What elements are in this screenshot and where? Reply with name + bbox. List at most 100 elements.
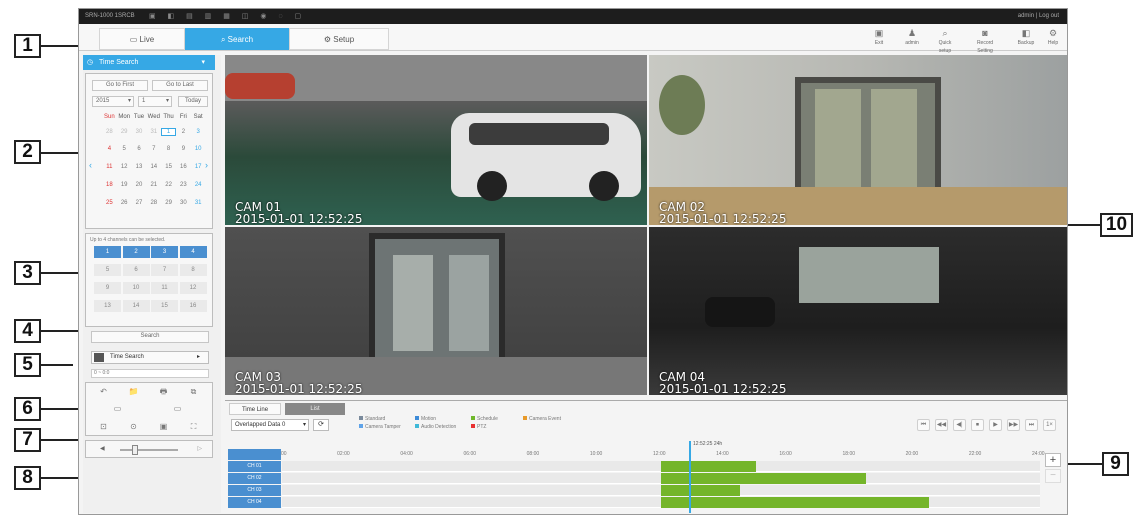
tab-live[interactable]: ▭ Live bbox=[99, 28, 185, 50]
year-select[interactable]: 2015 ▾ bbox=[92, 96, 134, 107]
calendar-day[interactable]: 14 bbox=[146, 164, 161, 170]
calendar-day[interactable]: 23 bbox=[176, 182, 191, 188]
calendar-day[interactable]: 25 bbox=[102, 200, 117, 206]
calendar-day[interactable]: 24 bbox=[191, 182, 206, 188]
record-segment[interactable] bbox=[661, 473, 867, 484]
track-label[interactable]: CH 02 bbox=[228, 473, 281, 484]
calendar-day[interactable]: 20 bbox=[132, 182, 147, 188]
calendar-day[interactable]: 29 bbox=[161, 200, 176, 206]
today-button[interactable]: Today bbox=[178, 96, 208, 107]
folder-button[interactable]: 📁 bbox=[120, 386, 147, 398]
toolbar-exit-button[interactable]: ▣ Exit bbox=[868, 28, 890, 48]
prev-month-icon[interactable]: ‹ bbox=[89, 160, 92, 170]
calendar-day[interactable]: 28 bbox=[146, 200, 161, 206]
volume-slider[interactable] bbox=[120, 445, 178, 455]
calendar-day[interactable]: 29 bbox=[117, 129, 132, 135]
calendar-day[interactable]: 9 bbox=[176, 146, 191, 152]
camera-tile-3[interactable]: CAM 03 2015-01-01 12:52:25 bbox=[225, 227, 647, 395]
channel-2-button[interactable]: 2 bbox=[122, 246, 151, 259]
speaker-icon[interactable]: ◀ bbox=[100, 445, 105, 452]
calendar-day[interactable]: 2 bbox=[176, 129, 191, 135]
monitor-button[interactable]: ▣ bbox=[150, 421, 177, 433]
calendar-day[interactable]: 22 bbox=[161, 182, 176, 188]
channel-3-button[interactable]: 3 bbox=[151, 246, 179, 259]
calendar-day[interactable]: 31 bbox=[146, 129, 161, 135]
month-select[interactable]: 1 ▾ bbox=[138, 96, 172, 107]
layout-icons[interactable]: ▣ ◧ ▤ ▥ ▦ ◫ ◉ ◌ ▢ bbox=[149, 12, 306, 20]
channel-12-button[interactable]: 12 bbox=[179, 282, 208, 295]
search-button[interactable]: Search bbox=[91, 331, 209, 343]
camera-tile-1[interactable]: CAM 01 2015-01-01 12:52:25 bbox=[225, 55, 647, 225]
calendar-day[interactable]: 8 bbox=[161, 146, 176, 152]
channel-15-button[interactable]: 15 bbox=[151, 300, 179, 313]
step-back-button[interactable]: ◀| bbox=[953, 419, 966, 431]
channel-5-button[interactable]: 5 bbox=[94, 264, 122, 277]
calendar-day[interactable]: 4 bbox=[102, 146, 117, 152]
track[interactable] bbox=[282, 485, 1040, 496]
return-button[interactable]: ↶ bbox=[90, 386, 117, 398]
go-first-button[interactable]: Go to First bbox=[92, 80, 148, 91]
overlapped-data-select[interactable]: Overlapped Data 0 ▾ bbox=[231, 419, 309, 431]
track-label[interactable]: CH 04 bbox=[228, 497, 281, 508]
channel-7-button[interactable]: 7 bbox=[151, 264, 179, 277]
stop-button[interactable]: ⏹ bbox=[971, 419, 984, 431]
volume-thumb[interactable] bbox=[131, 445, 138, 455]
toolbar-admin-button[interactable]: ♟ admin bbox=[901, 28, 923, 48]
channel-1-button[interactable]: 1 bbox=[94, 246, 122, 259]
zoom-out-button[interactable]: − bbox=[1045, 469, 1061, 483]
calendar-day[interactable]: 15 bbox=[161, 164, 176, 170]
track[interactable] bbox=[282, 497, 1040, 508]
calendar-day[interactable]: 6 bbox=[132, 146, 147, 152]
calendar-day[interactable]: 5 bbox=[117, 146, 132, 152]
track[interactable] bbox=[282, 473, 1040, 484]
split-1-button[interactable]: ▭ bbox=[104, 403, 131, 415]
speed-button[interactable]: 1× bbox=[1043, 419, 1056, 431]
fast-forward-button[interactable]: ▶▶ bbox=[1007, 419, 1020, 431]
track-label[interactable]: CH 03 bbox=[228, 485, 281, 496]
channel-10-button[interactable]: 10 bbox=[122, 282, 151, 295]
print-button[interactable]: 🖶 bbox=[150, 386, 177, 398]
tab-list[interactable]: List bbox=[285, 403, 345, 415]
next-month-icon[interactable]: › bbox=[205, 160, 208, 170]
calendar-day[interactable]: 3 bbox=[191, 129, 206, 135]
camera-tile-4[interactable]: CAM 04 2015-01-01 12:52:25 bbox=[649, 227, 1067, 395]
channel-9-button[interactable]: 9 bbox=[94, 282, 122, 295]
track[interactable] bbox=[282, 461, 1040, 472]
tab-search[interactable]: ⌕ Search bbox=[185, 28, 289, 50]
time-cursor[interactable] bbox=[688, 441, 691, 513]
skip-end-button[interactable]: ⏭ bbox=[1025, 419, 1038, 431]
zoom-button[interactable]: ⊡ bbox=[90, 421, 117, 433]
toolbar-quick-setup-button[interactable]: ⌕ Quick setup bbox=[934, 28, 956, 54]
calendar-day[interactable]: 16 bbox=[176, 164, 191, 170]
calendar-day[interactable]: 19 bbox=[117, 182, 132, 188]
track-label[interactable]: CH 01 bbox=[228, 461, 281, 472]
rewind-button[interactable]: ◀◀ bbox=[935, 419, 948, 431]
zoom-in-button[interactable]: + bbox=[1045, 453, 1061, 467]
toolbar-help-button[interactable]: ⚙ Help bbox=[1042, 28, 1064, 48]
calendar-day[interactable]: 30 bbox=[176, 200, 191, 206]
split-4-button[interactable]: ▭ bbox=[164, 403, 191, 415]
channel-11-button[interactable]: 11 bbox=[151, 282, 179, 295]
channel-14-button[interactable]: 14 bbox=[122, 300, 151, 313]
calendar-day[interactable]: 10 bbox=[191, 146, 206, 152]
channel-13-button[interactable]: 13 bbox=[94, 300, 122, 313]
calendar-day[interactable]: 31 bbox=[191, 200, 206, 206]
calendar-day[interactable]: 27 bbox=[132, 200, 147, 206]
calendar-day[interactable]: 30 bbox=[132, 129, 147, 135]
tab-setup[interactable]: ⚙ Setup bbox=[289, 28, 389, 50]
copy-button[interactable]: ⧉ bbox=[180, 386, 207, 398]
calendar-day[interactable]: 26 bbox=[117, 200, 132, 206]
channel-6-button[interactable]: 6 bbox=[122, 264, 151, 277]
calendar-day[interactable]: 1 bbox=[161, 128, 176, 136]
skip-start-button[interactable]: ⏮ bbox=[917, 419, 930, 431]
record-segment[interactable] bbox=[661, 461, 756, 472]
record-segment[interactable] bbox=[661, 497, 930, 508]
toolbar-record-button[interactable]: ◙ Record Setting bbox=[970, 28, 1000, 54]
channel-8-button[interactable]: 8 bbox=[179, 264, 208, 277]
calendar-day[interactable]: 12 bbox=[117, 164, 132, 170]
tab-time-line[interactable]: Time Line bbox=[229, 403, 281, 415]
time-search-dropdown[interactable]: Time Search ▸ bbox=[91, 351, 209, 364]
calendar-day[interactable]: 18 bbox=[102, 182, 117, 188]
toolbar-backup-button[interactable]: ◧ Backup bbox=[1015, 28, 1037, 48]
calendar-day[interactable]: 21 bbox=[146, 182, 161, 188]
